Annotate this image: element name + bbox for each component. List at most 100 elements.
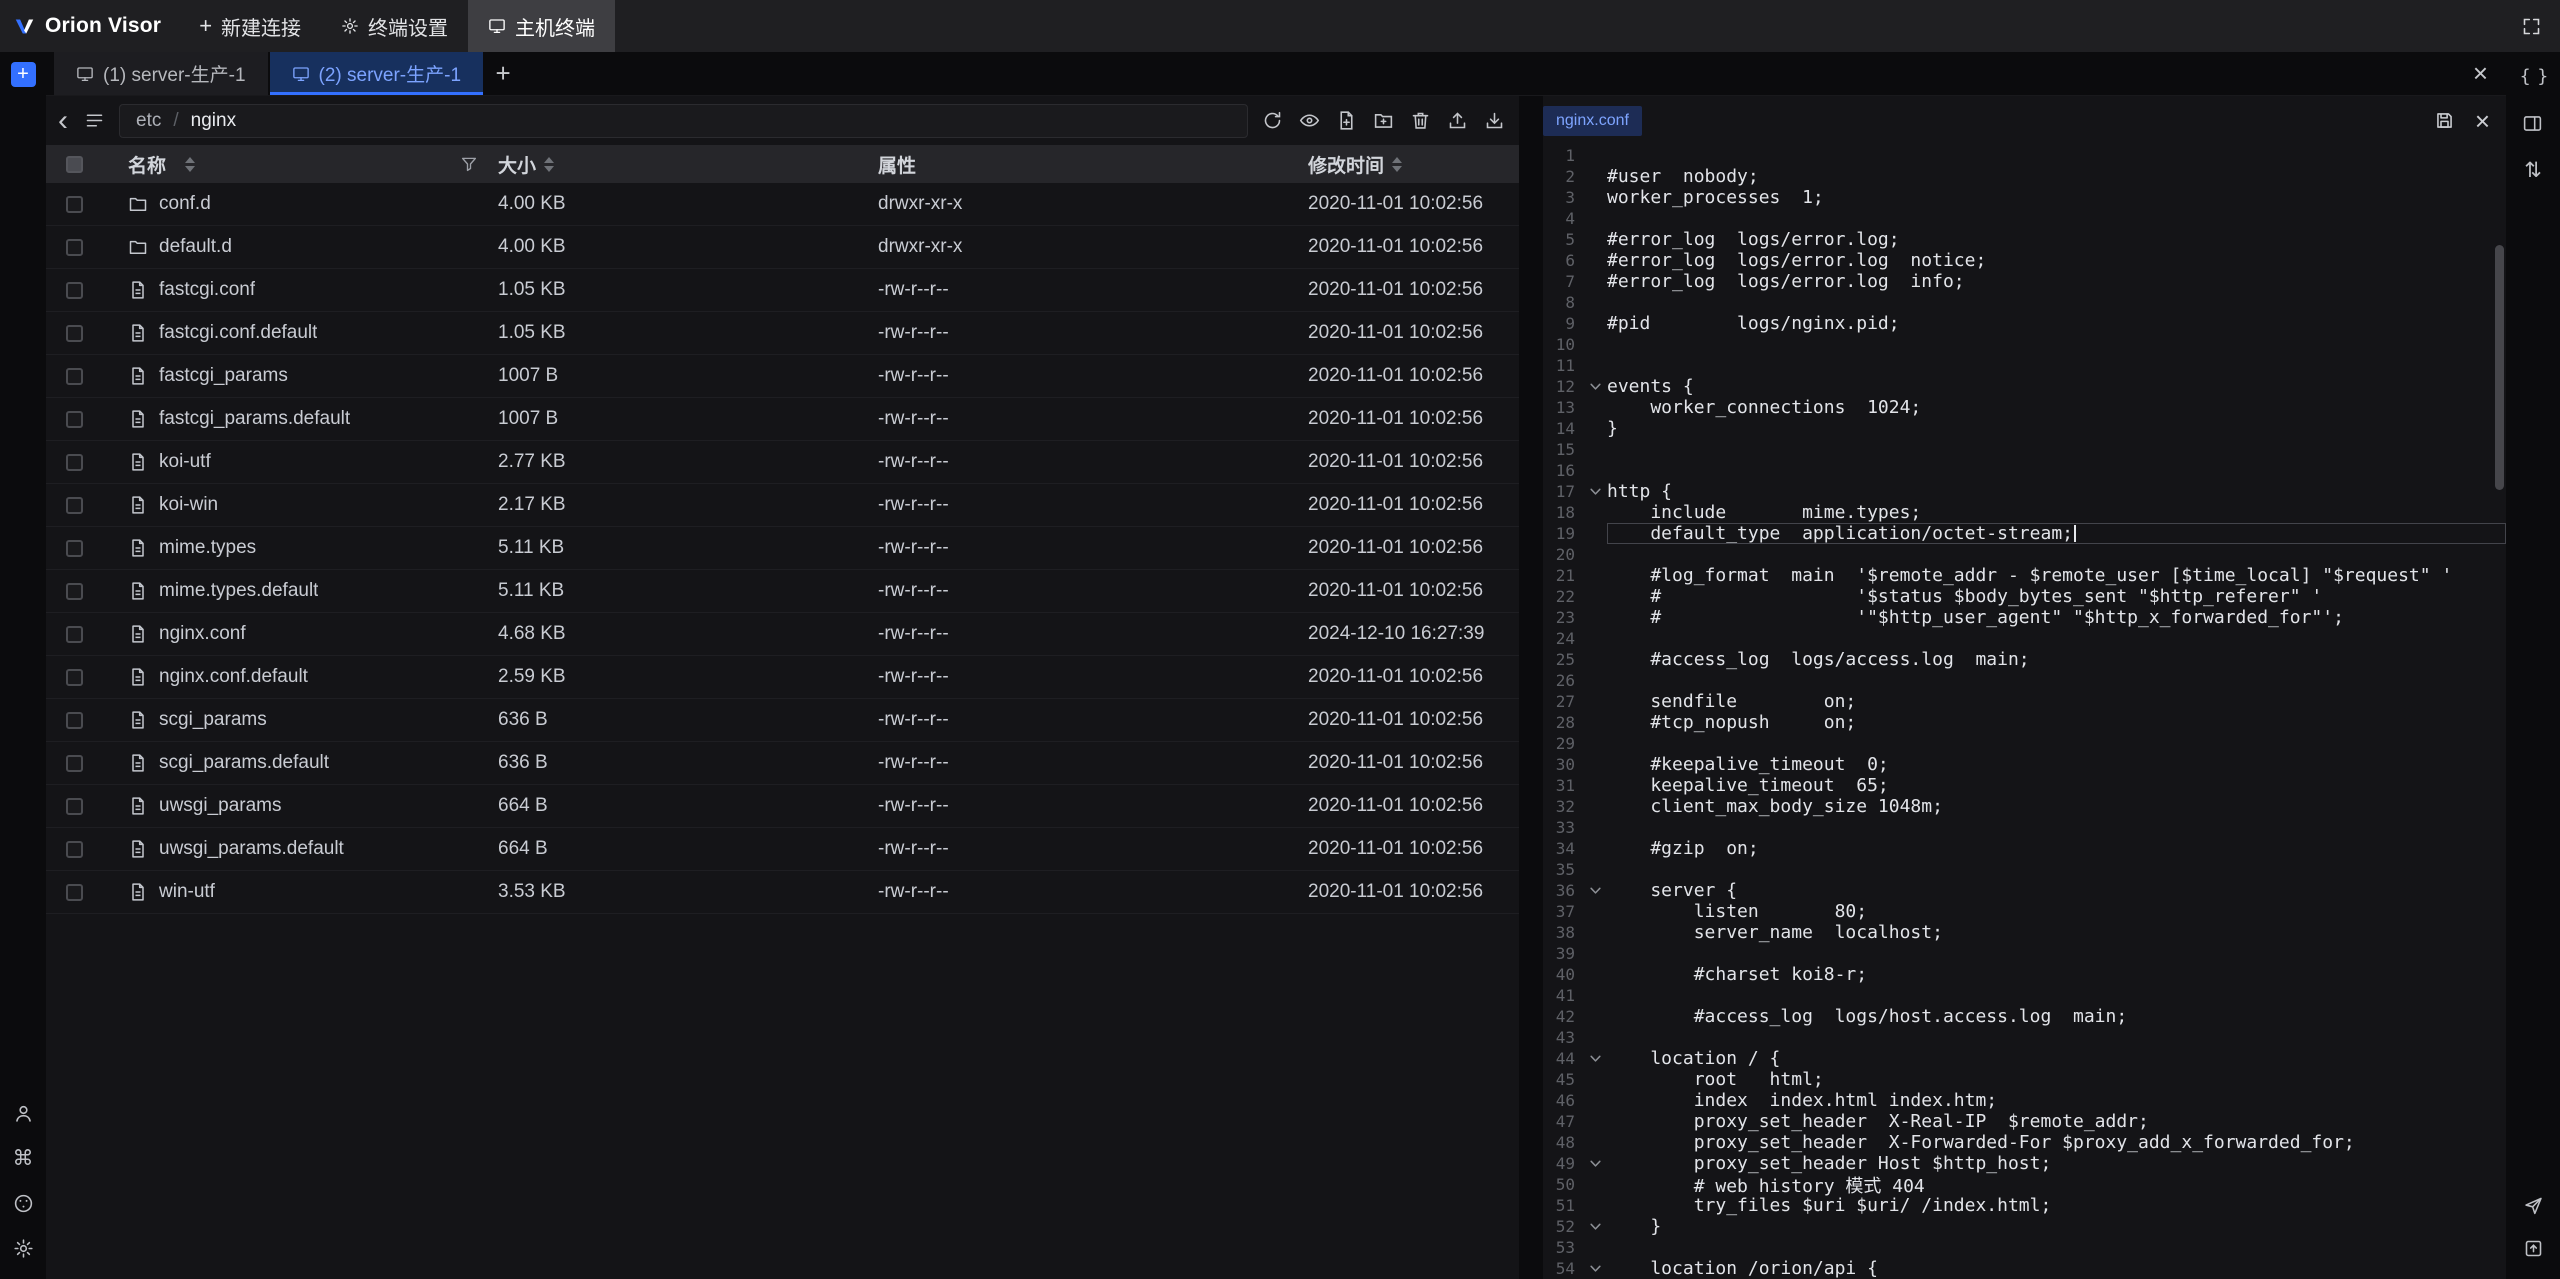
column-mtime[interactable]: 修改时间: [1308, 151, 1384, 178]
code-editor[interactable]: 12#user nobody;3worker_processes 1;45#er…: [1543, 145, 2506, 1279]
sort-mtime-icon[interactable]: [1392, 157, 1402, 172]
tab-server-1[interactable]: (1) server-生产-1: [54, 52, 268, 95]
table-row[interactable]: fastcgi_params.default1007 B-rw-r--r--20…: [46, 398, 1519, 441]
file-name[interactable]: uwsgi_params: [159, 795, 282, 817]
code-line[interactable]: 5#error_log logs/error.log;: [1543, 229, 2506, 250]
code-line[interactable]: 28 #tcp_nopush on;: [1543, 712, 2506, 733]
code-line[interactable]: 22 # '$status $body_bytes_sent "$http_re…: [1543, 586, 2506, 607]
code-line[interactable]: 36 server {: [1543, 880, 2506, 901]
new-file-icon[interactable]: [1336, 110, 1357, 131]
add-tab-button[interactable]: +: [485, 58, 521, 89]
fullscreen-button[interactable]: [2521, 16, 2542, 37]
new-folder-icon[interactable]: [1373, 110, 1394, 131]
row-checkbox[interactable]: [66, 841, 83, 858]
sort-name-icon[interactable]: [185, 157, 195, 172]
list-view-icon[interactable]: [84, 110, 105, 131]
code-line[interactable]: 53: [1543, 1237, 2506, 1258]
file-name[interactable]: scgi_params.default: [159, 752, 329, 774]
new-connection-button[interactable]: +: [11, 62, 36, 87]
code-line[interactable]: 29: [1543, 733, 2506, 754]
settings-icon[interactable]: [13, 1238, 34, 1259]
refresh-icon[interactable]: [1262, 110, 1283, 131]
code-line[interactable]: 34 #gzip on;: [1543, 838, 2506, 859]
code-line[interactable]: 38 server_name localhost;: [1543, 922, 2506, 943]
code-line[interactable]: 31 keepalive_timeout 65;: [1543, 775, 2506, 796]
code-line[interactable]: 7#error_log logs/error.log info;: [1543, 271, 2506, 292]
code-line[interactable]: 24: [1543, 628, 2506, 649]
file-name[interactable]: mime.types: [159, 537, 256, 559]
file-name[interactable]: scgi_params: [159, 709, 267, 731]
code-line[interactable]: 14}: [1543, 418, 2506, 439]
fold-chevron-icon[interactable]: [1583, 1157, 1607, 1170]
table-row[interactable]: nginx.conf4.68 KB-rw-r--r--2024-12-10 16…: [46, 613, 1519, 656]
code-line[interactable]: 45 root html;: [1543, 1069, 2506, 1090]
table-row[interactable]: uwsgi_params664 B-rw-r--r--2020-11-01 10…: [46, 785, 1519, 828]
code-line[interactable]: 32 client_max_body_size 1048m;: [1543, 796, 2506, 817]
fold-chevron-icon[interactable]: [1583, 1220, 1607, 1233]
table-row[interactable]: win-utf3.53 KB-rw-r--r--2020-11-01 10:02…: [46, 871, 1519, 914]
table-row[interactable]: koi-win2.17 KB-rw-r--r--2020-11-01 10:02…: [46, 484, 1519, 527]
file-name[interactable]: default.d: [159, 236, 232, 258]
code-line[interactable]: 20: [1543, 544, 2506, 565]
download-icon[interactable]: [1484, 110, 1505, 131]
file-name[interactable]: uwsgi_params.default: [159, 838, 344, 860]
table-row[interactable]: scgi_params636 B-rw-r--r--2020-11-01 10:…: [46, 699, 1519, 742]
code-line[interactable]: 50 # web history 模式 404: [1543, 1174, 2506, 1195]
code-line[interactable]: 1: [1543, 145, 2506, 166]
row-checkbox[interactable]: [66, 669, 83, 686]
editor-scrollbar[interactable]: [2495, 245, 2504, 490]
menu-host-terminal[interactable]: 主机终端: [468, 0, 615, 52]
table-row[interactable]: uwsgi_params.default664 B-rw-r--r--2020-…: [46, 828, 1519, 871]
theme-icon[interactable]: [13, 1193, 34, 1214]
preview-eye-icon[interactable]: [1299, 110, 1320, 131]
row-checkbox[interactable]: [66, 196, 83, 213]
code-line[interactable]: 27 sendfile on;: [1543, 691, 2506, 712]
row-checkbox[interactable]: [66, 583, 83, 600]
shortcut-command-icon[interactable]: ⌘: [13, 1148, 34, 1169]
tab-server-2[interactable]: (2) server-生产-1: [270, 52, 484, 95]
row-checkbox[interactable]: [66, 798, 83, 815]
code-line[interactable]: 26: [1543, 670, 2506, 691]
code-line[interactable]: 44 location / {: [1543, 1048, 2506, 1069]
file-name[interactable]: nginx.conf: [159, 623, 246, 645]
row-checkbox[interactable]: [66, 626, 83, 643]
app-logo[interactable]: Orion Visor: [0, 14, 179, 38]
sort-swap-icon[interactable]: ⇅: [2524, 160, 2542, 181]
code-line[interactable]: 42 #access_log logs/host.access.log main…: [1543, 1006, 2506, 1027]
file-name[interactable]: koi-utf: [159, 451, 211, 473]
code-line[interactable]: 33: [1543, 817, 2506, 838]
editor-close-button[interactable]: ×: [2475, 108, 2490, 134]
code-view-icon[interactable]: { }: [2520, 66, 2547, 87]
row-checkbox[interactable]: [66, 884, 83, 901]
menu-new-connection[interactable]: + 新建连接: [179, 0, 321, 52]
code-line[interactable]: 4: [1543, 208, 2506, 229]
row-checkbox[interactable]: [66, 755, 83, 772]
close-sidebar-button[interactable]: ×: [2473, 58, 2488, 89]
fold-chevron-icon[interactable]: [1583, 485, 1607, 498]
code-line[interactable]: 8: [1543, 292, 2506, 313]
menu-terminal-settings[interactable]: 终端设置: [321, 0, 468, 52]
back-button[interactable]: ‹: [56, 106, 70, 136]
row-checkbox[interactable]: [66, 540, 83, 557]
code-line[interactable]: 54 location /orion/api {: [1543, 1258, 2506, 1279]
code-line[interactable]: 51 try_files $uri $uri/ /index.html;: [1543, 1195, 2506, 1216]
file-name[interactable]: nginx.conf.default: [159, 666, 308, 688]
column-size[interactable]: 大小: [498, 151, 536, 178]
code-line[interactable]: 18 include mime.types;: [1543, 502, 2506, 523]
code-line[interactable]: 25 #access_log logs/access.log main;: [1543, 649, 2506, 670]
upload-icon[interactable]: [1447, 110, 1468, 131]
fold-chevron-icon[interactable]: [1583, 884, 1607, 897]
file-name[interactable]: koi-win: [159, 494, 218, 516]
row-checkbox[interactable]: [66, 325, 83, 342]
code-line[interactable]: 9#pid logs/nginx.pid;: [1543, 313, 2506, 334]
file-name[interactable]: mime.types.default: [159, 580, 318, 602]
code-line[interactable]: 30 #keepalive_timeout 0;: [1543, 754, 2506, 775]
code-line[interactable]: 46 index index.html index.htm;: [1543, 1090, 2506, 1111]
code-line[interactable]: 6#error_log logs/error.log notice;: [1543, 250, 2506, 271]
breadcrumb[interactable]: etc / nginx: [119, 104, 1248, 138]
table-row[interactable]: default.d4.00 KBdrwxr-xr-x2020-11-01 10:…: [46, 226, 1519, 269]
file-name[interactable]: fastcgi.conf: [159, 279, 255, 301]
code-line[interactable]: 35: [1543, 859, 2506, 880]
user-icon[interactable]: [13, 1103, 34, 1124]
editor-file-tab[interactable]: nginx.conf: [1543, 106, 1642, 136]
